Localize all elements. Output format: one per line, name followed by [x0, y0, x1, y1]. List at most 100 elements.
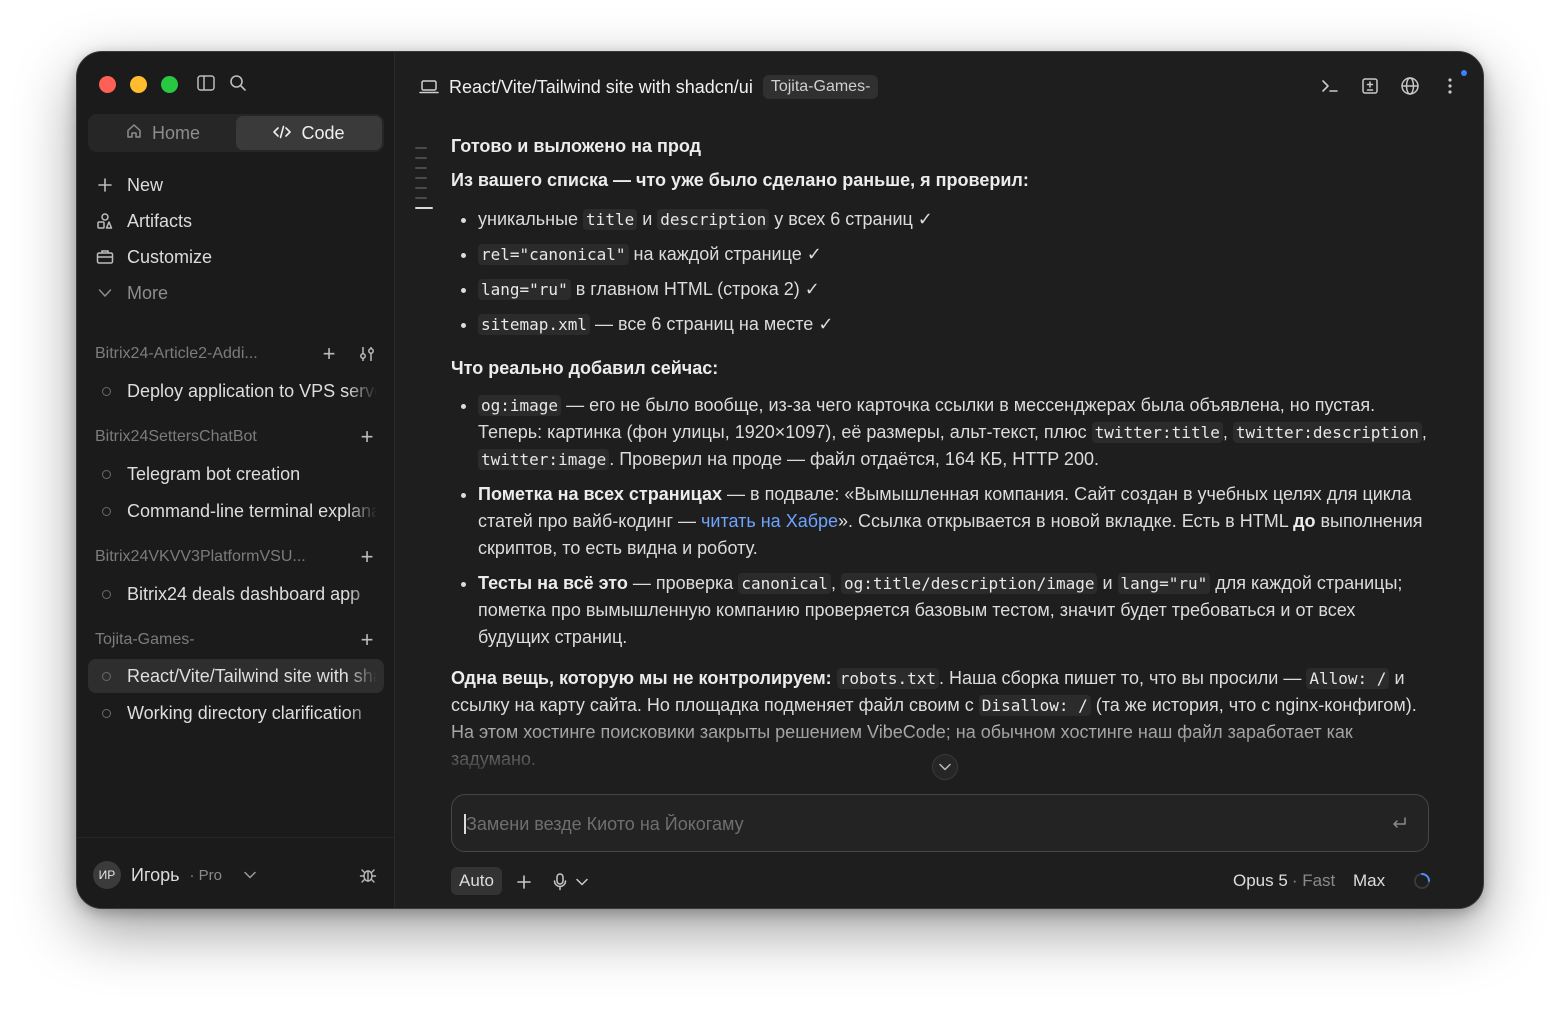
- add-chat-icon[interactable]: +: [356, 629, 378, 651]
- chat-item-active[interactable]: React/Vite/Tailwind site with shadcn/ui: [88, 659, 384, 693]
- model-speed: · Fast: [1291, 871, 1336, 890]
- checked-list: уникальные title и description у всех 6 …: [451, 202, 1431, 342]
- model-selector[interactable]: Opus 5 · Fast: [1233, 867, 1335, 895]
- chat-item[interactable]: Telegram bot creation: [88, 457, 384, 491]
- minimap-tick-active[interactable]: [415, 207, 433, 209]
- inline-code: Disallow: /: [978, 695, 1091, 716]
- nav-artifacts[interactable]: Artifacts: [95, 206, 192, 236]
- inline-code: Allow: /: [1306, 668, 1390, 689]
- avatar: ИР: [93, 861, 121, 889]
- project-group-header[interactable]: Tojita-Games-: [95, 628, 385, 652]
- sidebar-toggle-icon[interactable]: [195, 72, 217, 94]
- list-item: sitemap.xml — все 6 страниц на месте ✓: [478, 307, 1431, 342]
- chat-status-icon: [102, 708, 111, 718]
- message-heading: Готово и выложено на прод: [451, 136, 702, 156]
- inline-code: rel="canonical": [478, 244, 629, 265]
- project-group-title: Bitrix24-Article2-Addi...: [95, 345, 258, 362]
- sidebar-divider: [77, 837, 394, 838]
- add-chat-icon[interactable]: +: [318, 343, 340, 365]
- message-input[interactable]: [464, 795, 1368, 853]
- project-tag[interactable]: Tojita-Games-: [762, 75, 879, 99]
- text: и: [1097, 573, 1118, 593]
- message-composer[interactable]: [451, 794, 1429, 853]
- chevron-down-icon[interactable]: [571, 871, 593, 893]
- add-chat-icon[interactable]: +: [356, 546, 378, 568]
- chat-title: React/Vite/Tailwind site with shadcn/ui: [127, 665, 377, 686]
- plus-icon: [95, 175, 115, 195]
- nav-new-label: New: [127, 174, 164, 195]
- chat-status-icon: [102, 589, 111, 599]
- bold-text: Тесты на всё это: [478, 573, 628, 593]
- minimap-tick[interactable]: [415, 177, 427, 179]
- chevron-down-icon: [244, 871, 256, 879]
- minimap-tick[interactable]: [415, 197, 427, 199]
- project-group-header[interactable]: Bitrix24-Article2-Addi...: [95, 342, 385, 366]
- tab-home[interactable]: Home: [90, 116, 236, 150]
- minimize-window-button[interactable]: [130, 76, 147, 93]
- text: уникальные: [478, 209, 584, 229]
- text: — проверка: [627, 573, 739, 593]
- maximize-window-button[interactable]: [161, 76, 178, 93]
- project-group-header[interactable]: Bitrix24SettersChatBot: [95, 425, 385, 449]
- text: ». Ссылка открывается в новой вкладке. Е…: [838, 511, 1294, 531]
- inline-code: twitter:image: [478, 449, 610, 470]
- minimap-tick[interactable]: [415, 167, 427, 169]
- nav-new[interactable]: New: [95, 170, 163, 200]
- chat-title[interactable]: React/Vite/Tailwind site with shadcn/ui: [449, 77, 753, 98]
- filter-sliders-icon[interactable]: [356, 343, 378, 365]
- terminal-icon[interactable]: [1318, 74, 1342, 98]
- text: ,: [1421, 422, 1427, 442]
- inline-code: twitter:title: [1091, 422, 1223, 443]
- message-minimap[interactable]: [415, 147, 433, 217]
- chat-status-icon: [102, 469, 111, 479]
- user-name: Игорь: [131, 864, 180, 885]
- chat-status-icon: [102, 506, 111, 516]
- minimap-tick[interactable]: [415, 147, 427, 149]
- diff-icon[interactable]: [1358, 74, 1382, 98]
- habr-link[interactable]: читать на Хабре: [701, 511, 838, 531]
- chat-item[interactable]: Command-line terminal explanation: [88, 494, 384, 528]
- nav-customize-label: Customize: [127, 246, 213, 267]
- nav-customize[interactable]: Customize: [95, 242, 212, 272]
- text: и: [637, 209, 658, 229]
- effort-selector[interactable]: Max: [1353, 867, 1385, 895]
- nav-artifacts-label: Artifacts: [127, 210, 193, 231]
- enter-icon[interactable]: [1388, 812, 1410, 834]
- mode-switcher: Home Code: [88, 114, 384, 152]
- chat-item[interactable]: Bitrix24 deals dashboard app: [88, 577, 384, 611]
- chat-item[interactable]: Working directory clarification: [88, 696, 384, 730]
- tab-code[interactable]: Code: [236, 116, 382, 150]
- list-item: og:image — его не было вообще, из-за чег…: [478, 392, 1431, 473]
- app-window: Home Code New Artifacts Customize More B…: [76, 51, 1484, 909]
- project-group-title: Tojita-Games-: [95, 631, 195, 648]
- chat-item[interactable]: Deploy application to VPS server: [88, 374, 384, 408]
- user-plan: · Pro: [189, 866, 223, 884]
- chat-title: Telegram bot creation: [127, 463, 301, 484]
- mode-selector[interactable]: Auto: [451, 867, 502, 895]
- more-options-icon[interactable]: [1438, 74, 1462, 98]
- added-list: og:image — его не было вообще, из-за чег…: [451, 392, 1431, 651]
- user-menu[interactable]: ИР Игорь · Pro: [93, 860, 256, 890]
- search-icon[interactable]: [227, 72, 249, 94]
- microphone-icon[interactable]: [549, 871, 571, 893]
- scroll-to-bottom-button[interactable]: [932, 754, 958, 780]
- text: ,: [831, 573, 842, 593]
- attach-plus-icon[interactable]: [513, 871, 535, 893]
- close-window-button[interactable]: [99, 76, 116, 93]
- list-item: Пометка на всех страницах — в подвале: «…: [478, 481, 1431, 562]
- code-icon: [273, 123, 292, 144]
- chat-title: Working directory clarification: [127, 702, 362, 723]
- nav-more[interactable]: More: [95, 278, 168, 308]
- project-group-header[interactable]: Bitrix24VKVV3PlatformVSU...: [95, 545, 385, 569]
- minimap-tick[interactable]: [415, 187, 427, 189]
- project-group-title: Bitrix24VKVV3PlatformVSU...: [95, 548, 306, 565]
- home-icon: [126, 123, 142, 144]
- globe-icon[interactable]: [1398, 74, 1422, 98]
- add-chat-icon[interactable]: +: [356, 426, 378, 448]
- bug-icon[interactable]: [357, 864, 379, 886]
- inline-code: description: [657, 209, 770, 230]
- minimap-tick[interactable]: [415, 157, 427, 159]
- list-item: rel="canonical" на каждой странице ✓: [478, 237, 1431, 272]
- inline-code: robots.txt: [836, 668, 940, 689]
- chevron-down-icon: [95, 283, 115, 303]
